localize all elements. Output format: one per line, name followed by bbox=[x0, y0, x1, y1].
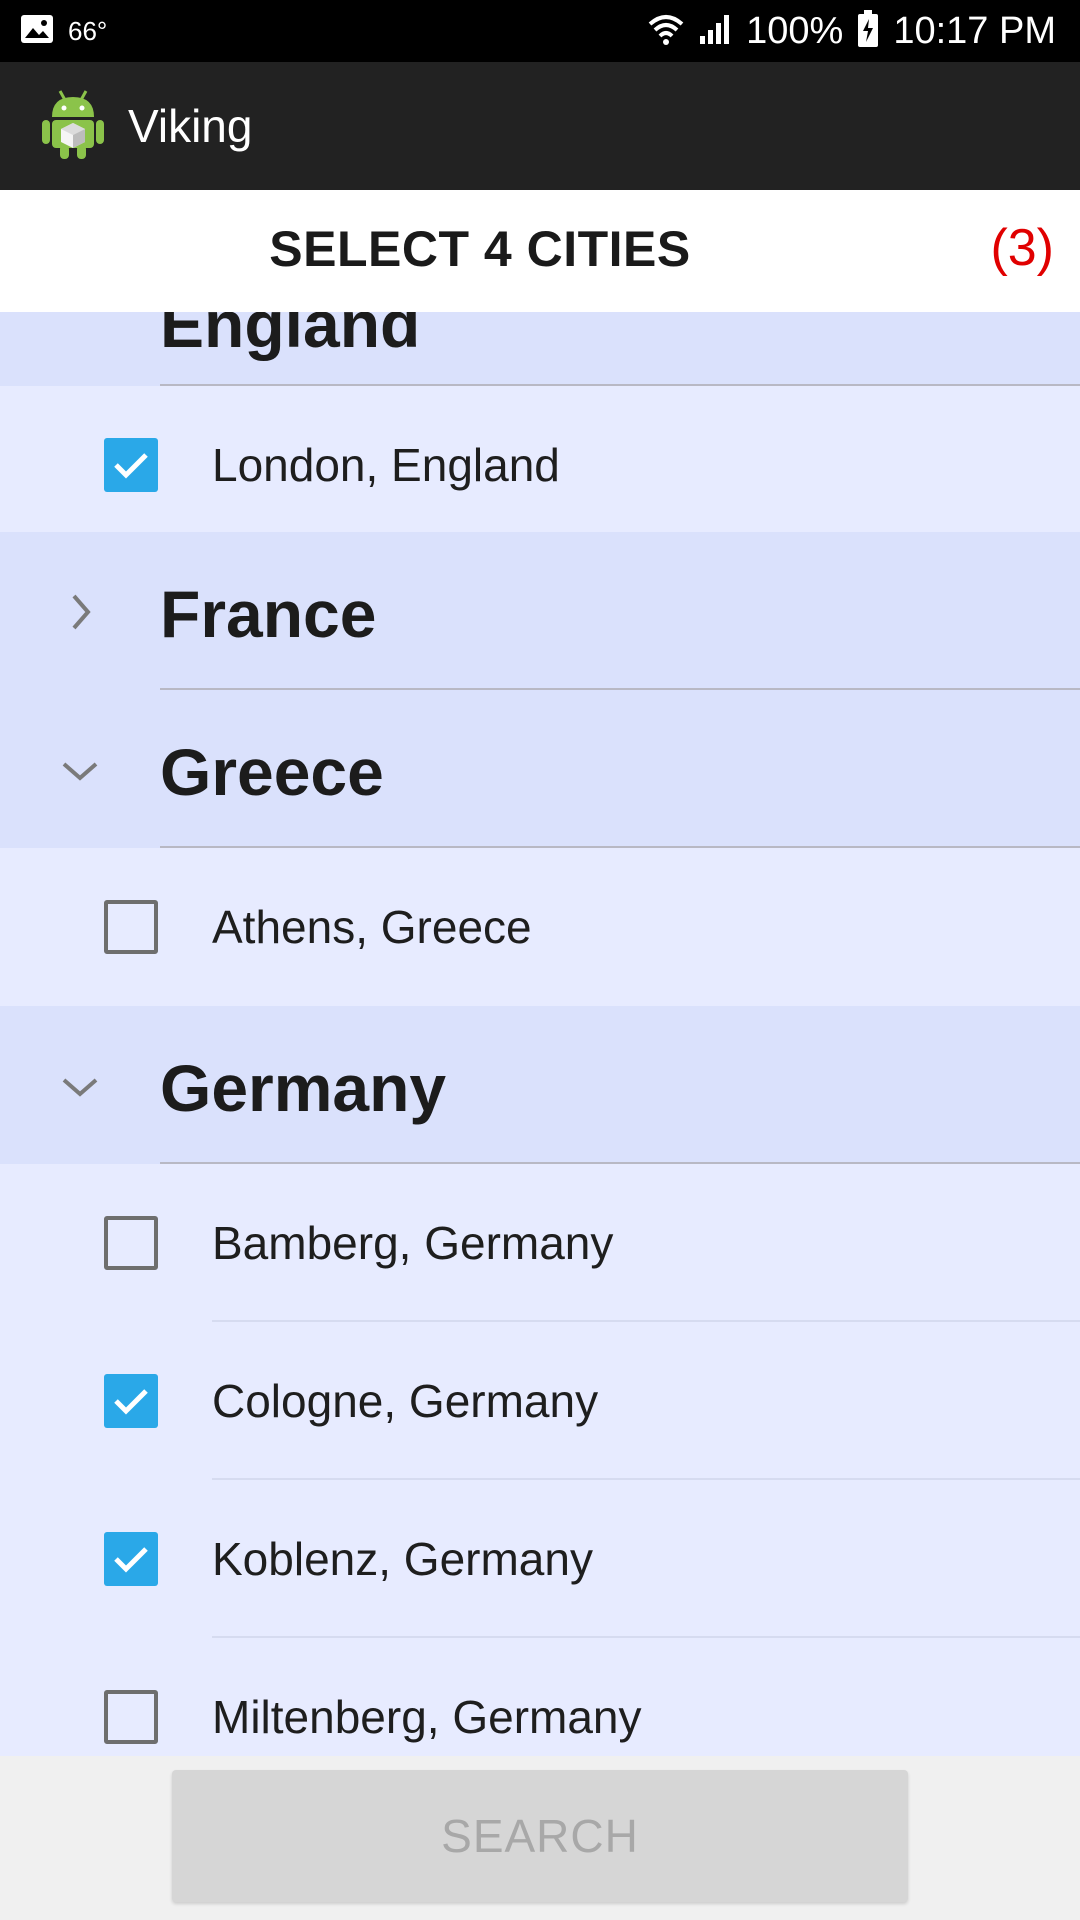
app-title: Viking bbox=[128, 100, 253, 152]
list-item[interactable]: Cologne, Germany bbox=[0, 1322, 1080, 1480]
check-icon bbox=[114, 1389, 148, 1415]
signal-icon bbox=[698, 12, 732, 51]
wifi-icon bbox=[648, 12, 684, 51]
list-item[interactable]: London, England bbox=[0, 386, 1080, 544]
check-icon bbox=[114, 1547, 148, 1573]
app-bar: Viking bbox=[0, 62, 1080, 190]
check-icon bbox=[114, 453, 148, 479]
battery-percent: 100% bbox=[746, 9, 844, 52]
group-label: Germany bbox=[160, 1051, 447, 1125]
group-label: France bbox=[160, 577, 377, 651]
item-label: Cologne, Germany bbox=[212, 1375, 599, 1427]
list-item[interactable]: Koblenz, Germany bbox=[0, 1480, 1080, 1638]
chevron-down-icon bbox=[58, 1064, 102, 1108]
item-label: Bamberg, Germany bbox=[212, 1217, 614, 1269]
item-label: Miltenberg, Germany bbox=[212, 1691, 642, 1743]
header-title: SELECT 4 CITIES bbox=[269, 221, 691, 277]
list-item[interactable]: Athens, Greece bbox=[0, 848, 1080, 1006]
checkbox-checked[interactable] bbox=[104, 1374, 158, 1428]
city-list[interactable]: England London, England France Greece At… bbox=[0, 312, 1080, 1756]
status-bar: 66° 100% 10:17 PM bbox=[0, 0, 1080, 62]
bottom-bar: SEARCH bbox=[0, 1756, 1080, 1920]
selection-header: SELECT 4 CITIES (3) bbox=[0, 190, 1080, 312]
group-label: Greece bbox=[160, 735, 384, 809]
temperature: 66° bbox=[68, 15, 108, 46]
group-label: England bbox=[160, 312, 421, 361]
checkbox-unchecked[interactable] bbox=[104, 1690, 158, 1744]
group-germany[interactable]: Germany bbox=[0, 1006, 1080, 1164]
item-label: London, England bbox=[212, 439, 560, 491]
checkbox-checked[interactable] bbox=[104, 1532, 158, 1586]
image-icon bbox=[20, 14, 54, 49]
list-item[interactable]: Miltenberg, Germany bbox=[0, 1638, 1080, 1756]
android-icon bbox=[40, 87, 106, 166]
checkbox-unchecked[interactable] bbox=[104, 1216, 158, 1270]
item-label: Koblenz, Germany bbox=[212, 1533, 593, 1585]
search-button[interactable]: SEARCH bbox=[172, 1770, 908, 1902]
chevron-down-icon bbox=[58, 748, 102, 792]
checkbox-checked[interactable] bbox=[104, 438, 158, 492]
selected-count: (3) bbox=[990, 219, 1054, 277]
checkbox-unchecked[interactable] bbox=[104, 900, 158, 954]
group-england[interactable]: England bbox=[0, 312, 1080, 386]
chevron-right-icon bbox=[58, 590, 102, 634]
list-item[interactable]: Bamberg, Germany bbox=[0, 1164, 1080, 1322]
clock: 10:17 PM bbox=[893, 9, 1056, 52]
battery-charging-icon bbox=[857, 9, 879, 53]
group-france[interactable]: France bbox=[0, 532, 1080, 690]
group-greece[interactable]: Greece bbox=[0, 690, 1080, 848]
item-label: Athens, Greece bbox=[212, 901, 532, 953]
